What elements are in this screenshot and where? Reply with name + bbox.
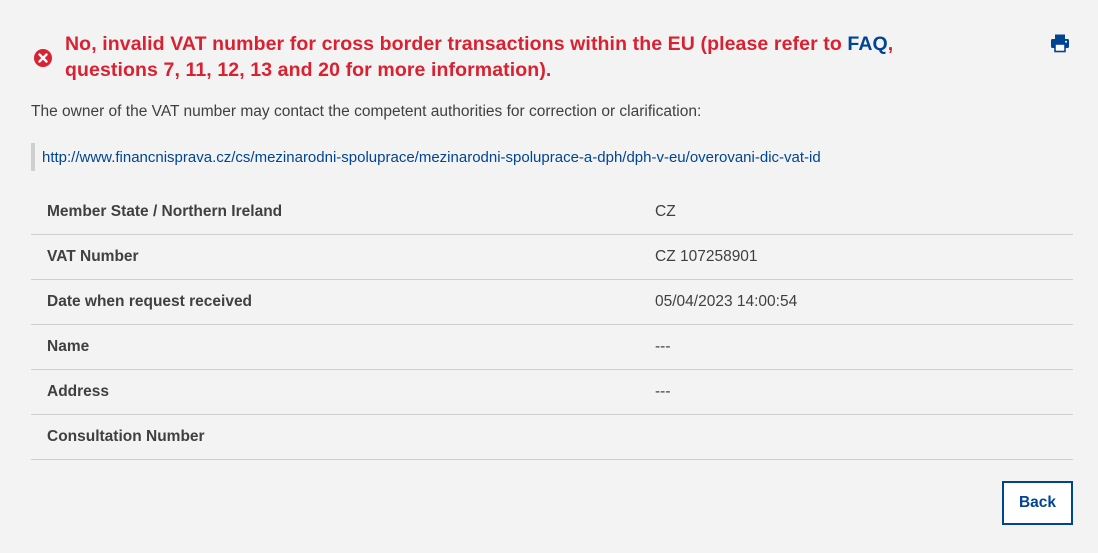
row-label-consultation-number: Consultation Number (47, 428, 205, 445)
printer-icon[interactable] (1050, 33, 1070, 53)
row-label-vat-number: VAT Number (47, 248, 139, 265)
row-value-address: --- (655, 383, 671, 400)
row-label-name: Name (47, 338, 90, 355)
owner-notice: The owner of the VAT number may contact … (31, 103, 702, 120)
alert-message-part2: , (887, 33, 894, 55)
row-value-member-state: CZ (655, 203, 676, 220)
table-row: VAT Number CZ 107258901 (31, 235, 1073, 280)
table-row: Address --- (31, 370, 1073, 415)
row-label-request-date: Date when request received (47, 293, 253, 310)
table-row: Date when request received 05/04/2023 14… (31, 280, 1073, 325)
validation-error-alert: No, invalid VAT number for cross border … (32, 31, 992, 83)
alert-message: No, invalid VAT number for cross border … (65, 31, 893, 83)
table-row: Consultation Number (31, 415, 1073, 460)
details-table: Member State / Northern Ireland CZ VAT N… (31, 190, 1073, 460)
alert-message-line2: questions 7, 11, 12, 13 and 20 for more … (65, 59, 552, 81)
row-value-vat-number: CZ 107258901 (655, 248, 758, 265)
row-value-name: --- (655, 338, 671, 355)
error-circle-icon (34, 49, 52, 67)
vat-result-page: No, invalid VAT number for cross border … (0, 0, 1098, 553)
row-value-request-date: 05/04/2023 14:00:54 (655, 293, 798, 310)
table-row: Name --- (31, 325, 1073, 370)
authority-url-block: http://www.financnisprava.cz/cs/mezinaro… (31, 143, 821, 171)
alert-message-part1: No, invalid VAT number for cross border … (65, 33, 848, 55)
authority-url-link[interactable]: http://www.financnisprava.cz/cs/mezinaro… (42, 149, 821, 166)
faq-link[interactable]: FAQ (847, 33, 887, 55)
row-label-member-state: Member State / Northern Ireland (47, 203, 283, 220)
back-button[interactable]: Back (1002, 481, 1073, 525)
row-label-address: Address (47, 383, 110, 400)
table-row: Member State / Northern Ireland CZ (31, 190, 1073, 235)
